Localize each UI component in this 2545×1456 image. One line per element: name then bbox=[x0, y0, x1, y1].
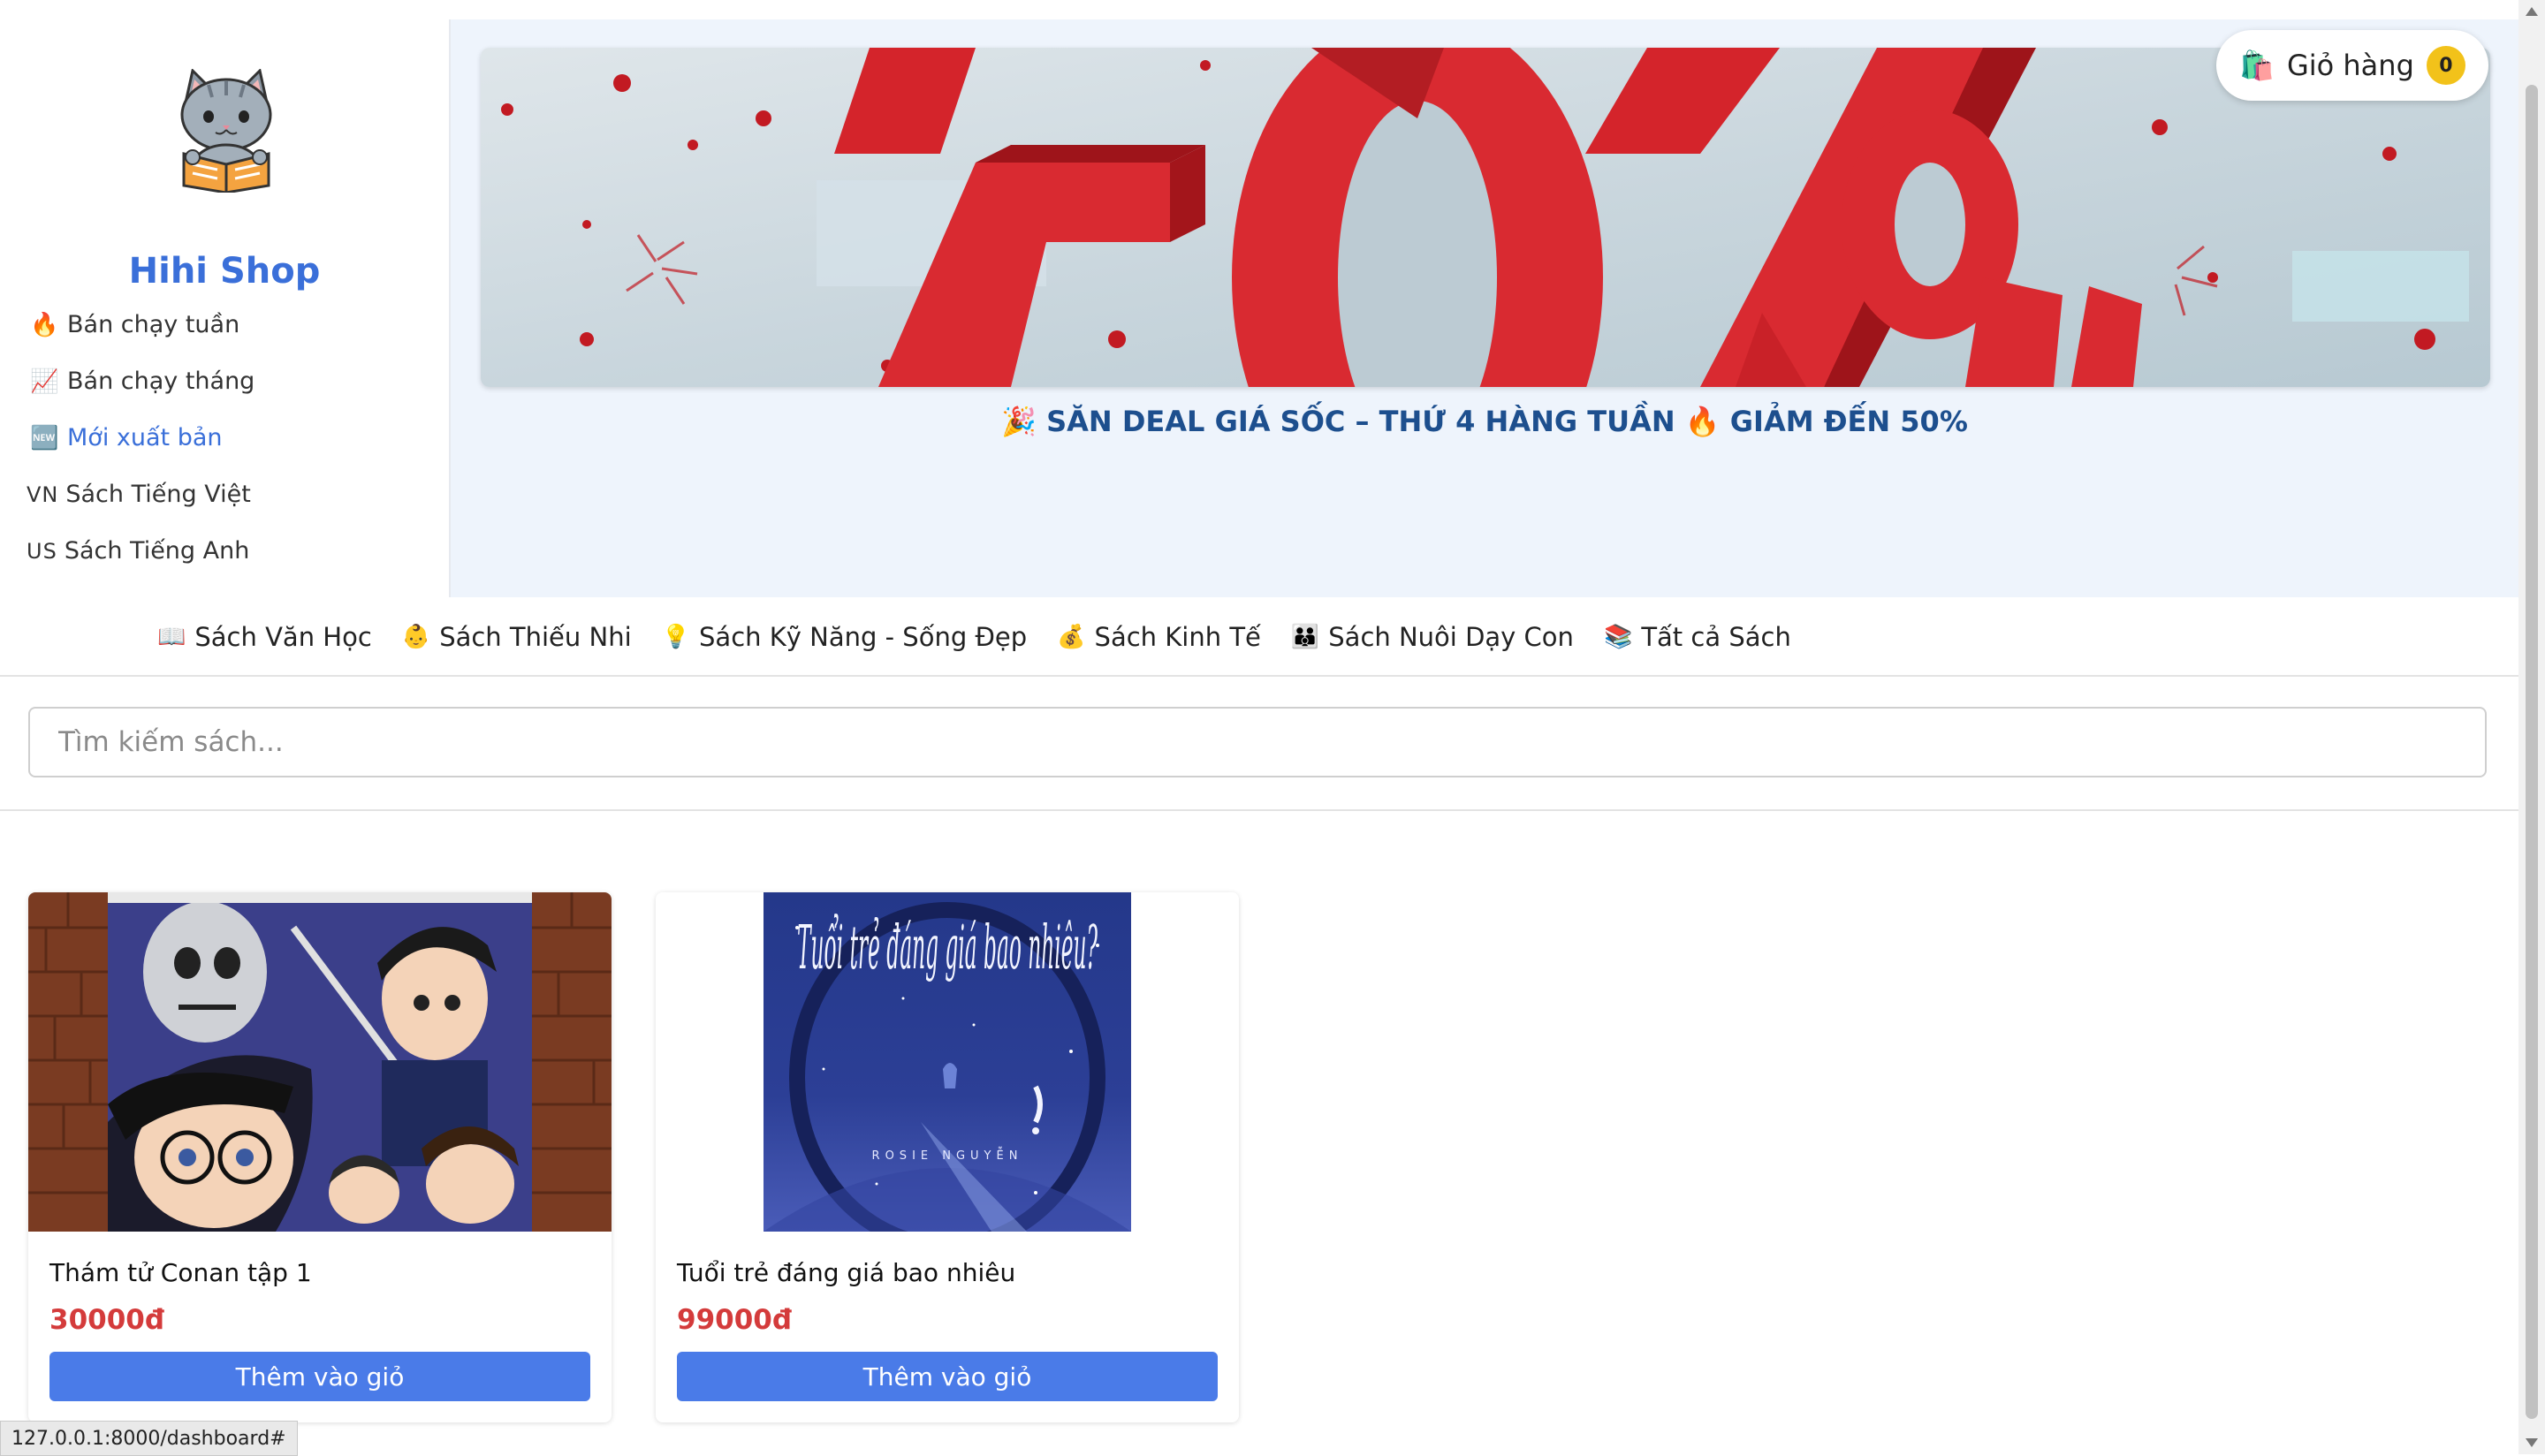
promo-section: 🎉 SĂN DEAL GIÁ SỐC – THỨ 4 HÀNG TUẦN 🔥 G… bbox=[451, 19, 2518, 597]
page-scrollbar[interactable] bbox=[2518, 0, 2545, 1454]
scroll-down-arrow-icon[interactable] bbox=[2526, 1438, 2538, 1447]
new-badge-icon: 🆕 bbox=[30, 424, 59, 451]
browser-status-url: 127.0.0.1:8000/dashboard# bbox=[0, 1421, 298, 1456]
sidebar-item-new-releases[interactable]: 🆕 Mới xuất bản bbox=[30, 424, 223, 451]
us-flag-icon: US bbox=[27, 538, 57, 564]
category-parenting[interactable]: 👪 Sách Nuôi Dạy Con bbox=[1291, 622, 1574, 652]
cart-count-badge: 0 bbox=[2426, 46, 2465, 85]
sidebar-item-english-books[interactable]: US Sách Tiếng Anh bbox=[27, 537, 249, 565]
deal-announcement: 🎉 SĂN DEAL GIÁ SỐC – THỨ 4 HÀNG TUẦN 🔥 G… bbox=[1001, 405, 1968, 438]
add-to-cart-button[interactable]: Thêm vào giỏ bbox=[677, 1352, 1218, 1401]
category-life-skills[interactable]: 💡 Sách Kỹ Năng - Sống Đẹp bbox=[662, 622, 1028, 652]
tuoi-tre-book-cover-image[interactable]: Tuổi trẻ đáng giá bao nhiêu? ROSIE NGUYỄ… bbox=[656, 892, 1239, 1254]
promo-banner-image[interactable] bbox=[481, 48, 2490, 387]
category-label: Sách Kinh Tế bbox=[1094, 622, 1261, 652]
category-nav: 📖 Sách Văn Học 👶 Sách Thiếu Nhi 💡 Sách K… bbox=[0, 597, 2518, 677]
add-to-cart-button[interactable]: Thêm vào giỏ bbox=[49, 1352, 590, 1401]
family-icon: 👪 bbox=[1290, 624, 1320, 650]
cover-title-text: Tuổi trẻ đáng giá bao nhiêu? bbox=[797, 914, 1098, 983]
category-list: 📖 Sách Văn Học 👶 Sách Thiếu Nhi 💡 Sách K… bbox=[157, 622, 1791, 652]
sidebar-item-vietnamese-books[interactable]: VN Sách Tiếng Việt bbox=[27, 481, 251, 508]
category-children[interactable]: 👶 Sách Thiếu Nhi bbox=[402, 622, 632, 652]
cover-author-text: ROSIE NGUYỄN bbox=[872, 1148, 1023, 1163]
sidebar-item-label: Sách Tiếng Việt bbox=[65, 481, 251, 508]
category-label: Tất cả Sách bbox=[1641, 622, 1791, 652]
sidebar-item-label: Mới xuất bản bbox=[67, 424, 223, 451]
product-price: 30000đ bbox=[49, 1304, 165, 1336]
books-icon: 📚 bbox=[1603, 624, 1633, 650]
product-title[interactable]: Thám tử Conan tập 1 bbox=[49, 1258, 312, 1287]
category-literature[interactable]: 📖 Sách Văn Học bbox=[157, 622, 372, 652]
scrollbar-thumb[interactable] bbox=[2526, 85, 2538, 1419]
cart-button[interactable]: 🛍️ Giỏ hàng 0 bbox=[2216, 30, 2488, 101]
chart-increasing-icon: 📈 bbox=[30, 368, 59, 395]
shop-name: Hihi Shop bbox=[128, 251, 321, 292]
product-price: 99000đ bbox=[677, 1304, 793, 1336]
sidebar-item-monthly-bestseller[interactable]: 📈 Bán chạy tháng bbox=[30, 368, 254, 395]
scroll-up-arrow-icon[interactable] bbox=[2526, 7, 2538, 16]
sidebar-item-weekly-bestseller[interactable]: 🔥 Bán chạy tuần bbox=[30, 311, 239, 338]
sidebar: Hihi Shop 🔥 Bán chạy tuần 📈 Bán chạy thá… bbox=[0, 19, 451, 597]
product-title[interactable]: Tuổi trẻ đáng giá bao nhiêu bbox=[677, 1258, 1015, 1287]
shopping-bag-icon: 🛍️ bbox=[2239, 49, 2275, 82]
search-input[interactable] bbox=[28, 707, 2487, 777]
category-label: Sách Văn Học bbox=[194, 622, 372, 652]
sidebar-item-label: Bán chạy tuần bbox=[67, 311, 240, 338]
product-card[interactable]: Tuổi trẻ đáng giá bao nhiêu? ROSIE NGUYỄ… bbox=[656, 892, 1239, 1422]
conan-book-cover-image[interactable] bbox=[28, 892, 612, 1232]
cat-reading-logo-icon[interactable] bbox=[173, 68, 279, 194]
cart-label: Giỏ hàng bbox=[2286, 49, 2414, 82]
category-all-books[interactable]: 📚 Tất cả Sách bbox=[1604, 622, 1791, 652]
fire-icon: 🔥 bbox=[30, 311, 59, 338]
product-card[interactable]: Thám tử Conan tập 1 30000đ Thêm vào giỏ bbox=[28, 892, 612, 1422]
search-section bbox=[0, 677, 2518, 811]
category-label: Sách Kỹ Năng - Sống Đẹp bbox=[699, 622, 1028, 652]
open-book-icon: 📖 bbox=[157, 624, 186, 650]
vn-flag-icon: VN bbox=[27, 482, 59, 507]
light-bulb-icon: 💡 bbox=[661, 624, 691, 650]
sidebar-item-label: Sách Tiếng Anh bbox=[64, 537, 250, 565]
category-label: Sách Nuôi Dạy Con bbox=[1328, 622, 1574, 652]
category-label: Sách Thiếu Nhi bbox=[439, 622, 632, 652]
category-economics[interactable]: 💰 Sách Kinh Tế bbox=[1057, 622, 1261, 652]
baby-icon: 👶 bbox=[401, 624, 431, 650]
sidebar-item-label: Bán chạy tháng bbox=[67, 368, 255, 395]
money-bag-icon: 💰 bbox=[1057, 624, 1086, 650]
